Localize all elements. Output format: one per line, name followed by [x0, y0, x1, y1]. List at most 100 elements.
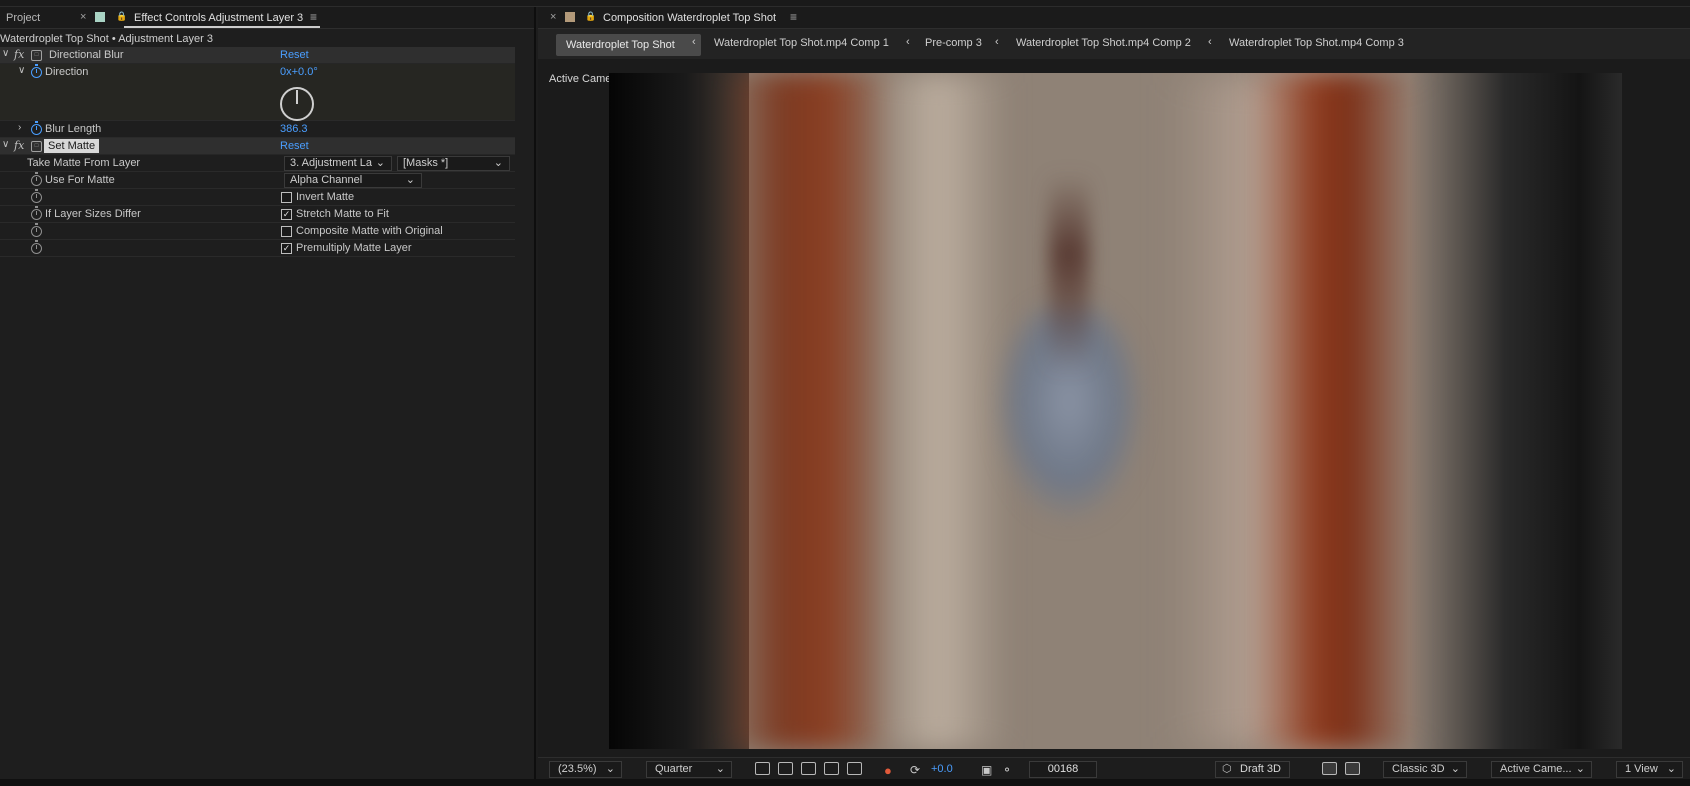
premultiply-checkbox[interactable]: ✓	[281, 243, 292, 254]
close-icon[interactable]: ×	[550, 11, 556, 23]
dropdown-value: Alpha Channel	[290, 174, 363, 186]
lock-icon[interactable]: 🔒	[116, 11, 127, 22]
view-layout-value: 1 View	[1625, 763, 1658, 775]
composite-matte-checkbox[interactable]	[281, 226, 292, 237]
take-matte-layer-dropdown[interactable]: 3. Adjustment La ⌄	[284, 156, 392, 171]
composition-tabbar: × 🔒 Composition Waterdroplet Top Shot ≡	[538, 7, 1690, 29]
show-snapshot-icon[interactable]: ⚬	[1002, 763, 1012, 777]
effect-header-directional-blur[interactable]: ∨ fx □ Directional Blur Reset	[0, 47, 515, 64]
dropdown-value: 3. Adjustment La	[290, 157, 372, 169]
stopwatch-icon[interactable]	[31, 240, 42, 254]
chevron-down-icon: ⌄	[715, 763, 725, 775]
active-tab-indicator	[124, 26, 320, 28]
tab-composition[interactable]: Composition Waterdroplet Top Shot	[603, 12, 776, 24]
blur-length-value[interactable]: 386.3	[280, 123, 308, 135]
view-layout-dropdown[interactable]: 1 View ⌄	[1616, 761, 1683, 778]
snapshot-icon[interactable]: ▣	[981, 763, 992, 777]
app-top-strip	[0, 0, 1690, 7]
stopwatch-icon[interactable]	[31, 189, 42, 203]
twirl-down-icon[interactable]: ∨	[2, 139, 9, 150]
frame-blurred-stem	[1049, 173, 1089, 373]
effect-name-set-matte[interactable]: Set Matte	[44, 139, 100, 153]
fx-icon[interactable]: fx	[14, 48, 24, 61]
lock-icon[interactable]: 🔒	[585, 11, 596, 22]
breadcrumb-item[interactable]: Waterdroplet Top Shot.mp4 Comp 3	[1229, 37, 1404, 49]
composition-frame[interactable]	[609, 73, 1622, 749]
camera-view-dropdown[interactable]: Active Came... ⌄	[1491, 761, 1592, 778]
renderer-value: Classic 3D	[1392, 763, 1445, 775]
breadcrumb-label: Waterdroplet Top Shot	[566, 39, 675, 51]
effect-controls-layer-title: Waterdroplet Top Shot • Adjustment Layer…	[0, 33, 213, 45]
resolution-value: Quarter	[655, 763, 693, 775]
resolution-dropdown[interactable]: Quarter ⌄	[646, 761, 732, 778]
label-color-swatch	[95, 12, 105, 22]
close-icon[interactable]: ×	[80, 11, 86, 23]
transparency-grid-icon[interactable]	[778, 762, 793, 775]
use-for-matte-label: Use For Matte	[45, 174, 115, 186]
zoom-dropdown[interactable]: (23.5%) ⌄	[549, 761, 622, 778]
left-panel-tabbar: Project × 🔒 Effect Controls Adjustment L…	[0, 7, 534, 29]
chevron-down-icon: ⌄	[405, 174, 415, 186]
region-of-interest-icon[interactable]	[824, 762, 839, 775]
composition-breadcrumb: Waterdroplet Top Shot ‹ Waterdroplet Top…	[538, 29, 1690, 59]
current-time-field[interactable]: 00168	[1029, 761, 1097, 778]
3d-ground-plane-icon[interactable]	[1322, 762, 1337, 775]
twirl-right-icon[interactable]: ›	[18, 122, 21, 133]
breadcrumb-arrow-icon: ‹	[692, 36, 696, 48]
use-for-matte-dropdown[interactable]: Alpha Channel ⌄	[284, 173, 422, 188]
stopwatch-icon[interactable]	[31, 172, 42, 186]
tab-project[interactable]: Project	[6, 12, 40, 24]
color-channel-icon[interactable]: ●	[884, 763, 892, 778]
fast-previews-icon[interactable]	[755, 762, 770, 775]
panel-divider[interactable]	[534, 7, 536, 786]
chevron-down-icon: ⌄	[1575, 763, 1585, 775]
twirl-down-icon[interactable]: ∨	[18, 65, 25, 76]
breadcrumb-item[interactable]: Waterdroplet Top Shot.mp4 Comp 2	[1016, 37, 1191, 49]
renderer-dropdown[interactable]: Classic 3D ⌄	[1383, 761, 1467, 778]
breadcrumb-arrow-icon: ‹	[906, 36, 910, 48]
frame-shade-right	[1409, 73, 1622, 749]
invert-matte-checkbox[interactable]	[281, 192, 292, 203]
stopwatch-icon[interactable]	[31, 223, 42, 237]
take-matte-masks-dropdown[interactable]: [Masks *] ⌄	[397, 156, 510, 171]
blur-length-label: Blur Length	[45, 123, 102, 135]
invert-matte-label: Invert Matte	[296, 191, 355, 203]
stretch-matte-checkbox[interactable]: ✓	[281, 209, 292, 220]
reset-button-directional-blur[interactable]: Reset	[280, 49, 309, 61]
effect-controls-panel: Project × 🔒 Effect Controls Adjustment L…	[0, 7, 534, 779]
grid-guides-icon[interactable]	[847, 762, 862, 775]
breadcrumb-item[interactable]: Waterdroplet Top Shot.mp4 Comp 1	[714, 37, 889, 49]
take-matte-label: Take Matte From Layer	[27, 157, 141, 169]
effect-preset-icon: □	[31, 141, 42, 152]
premultiply-label: Premultiply Matte Layer	[296, 242, 412, 254]
panel-menu-icon[interactable]: ≡	[310, 10, 317, 24]
reset-button-set-matte[interactable]: Reset	[280, 140, 309, 152]
composition-viewer[interactable]: Active Camera (Default)	[538, 59, 1690, 757]
effect-preset-icon: □	[31, 50, 42, 61]
breadcrumb-item[interactable]: Pre-comp 3	[925, 37, 982, 49]
frame-light-band-left	[869, 73, 1009, 749]
breadcrumb-item-active[interactable]: Waterdroplet Top Shot	[556, 34, 701, 56]
panel-menu-icon[interactable]: ≡	[790, 10, 797, 24]
tab-effect-controls[interactable]: Effect Controls Adjustment Layer 3	[134, 12, 303, 24]
direction-value[interactable]: 0x+0.0°	[280, 66, 318, 78]
property-row-direction: ∨ Direction 0x+0.0°	[0, 64, 515, 121]
fx-icon[interactable]: fx	[14, 139, 24, 152]
effect-header-set-matte[interactable]: ∨ fx □ Set Matte Reset	[0, 138, 515, 155]
draft-3d-button[interactable]: ⬡ Draft 3D	[1215, 761, 1290, 778]
exposure-reset-icon[interactable]: ⟳	[910, 763, 920, 777]
chevron-down-icon: ⌄	[1666, 763, 1676, 775]
direction-angle-dial[interactable]	[280, 87, 314, 121]
layer-sizes-label: If Layer Sizes Differ	[45, 208, 141, 220]
exposure-value[interactable]: +0.0	[931, 763, 953, 775]
stopwatch-icon[interactable]	[31, 206, 42, 220]
mask-visibility-icon[interactable]	[801, 762, 816, 775]
twirl-down-icon[interactable]: ∨	[2, 48, 9, 59]
chevron-down-icon: ⌄	[493, 157, 503, 169]
stopwatch-icon[interactable]	[31, 64, 42, 78]
direction-label: Direction	[45, 66, 89, 78]
extended-viewer-icon[interactable]	[1345, 762, 1360, 775]
stretch-matte-label: Stretch Matte to Fit	[296, 208, 389, 220]
property-row-composite-matte: Composite Matte with Original	[0, 223, 515, 240]
stopwatch-icon[interactable]	[31, 121, 42, 135]
